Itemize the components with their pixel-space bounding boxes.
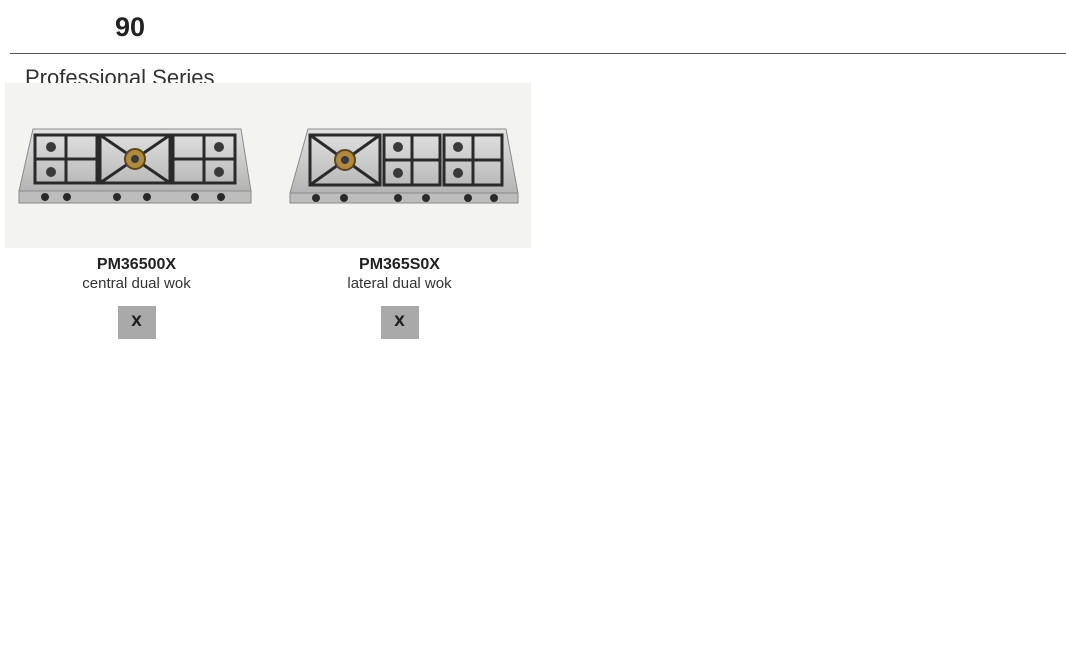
finish-option-button[interactable]: X bbox=[117, 306, 156, 339]
divider-rule bbox=[10, 53, 1066, 54]
cooktop-image[interactable] bbox=[268, 83, 531, 248]
cooktop-illustration bbox=[289, 128, 519, 204]
product-card: PM36500X central dual wok X bbox=[5, 83, 268, 339]
size-heading: 90 bbox=[115, 12, 146, 42]
model-description: central dual wok bbox=[82, 275, 191, 292]
cooktop-image[interactable] bbox=[5, 83, 268, 248]
cooktop-illustration bbox=[18, 128, 252, 204]
product-card: PM365S0X lateral dual wok X bbox=[268, 83, 531, 339]
model-description: lateral dual wok bbox=[347, 275, 452, 292]
finish-option-button[interactable]: X bbox=[380, 306, 419, 339]
model-number: PM365S0X bbox=[359, 256, 440, 273]
model-number: PM36500X bbox=[96, 256, 177, 273]
